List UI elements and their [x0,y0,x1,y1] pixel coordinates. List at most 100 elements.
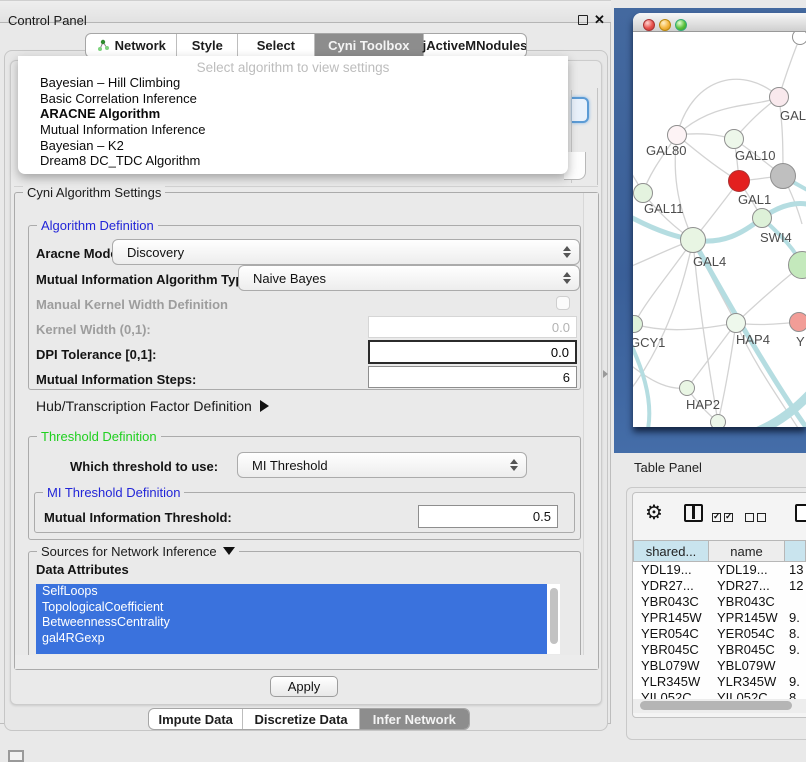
mi-algorithm-type-label: Mutual Information Algorithm Type: [36,272,255,287]
tab-jactivemnodules[interactable]: jActiveMNodules [424,34,526,57]
column-split-icon[interactable] [684,504,703,522]
data-attributes-list[interactable]: SelfLoops TopologicalCoefficient Between… [36,584,560,654]
aracne-mode-combo[interactable]: Discovery [112,239,580,265]
collapsed-panel-icon[interactable] [8,750,24,762]
network-node[interactable] [667,125,687,145]
deselect-all-checkboxes-icon[interactable] [745,509,769,527]
list-item[interactable]: SelfLoops [36,584,547,600]
list-item[interactable]: BetweennessCentrality [36,615,547,631]
node-table: shared... name YDL19...YDL19...13 YDR27.… [633,540,806,713]
table-body[interactable]: YDL19...YDL19...13 YDR27...YDR27...12 YB… [633,562,806,699]
function-builder-icon[interactable] [795,504,806,522]
menu-item-aracne[interactable]: ARACNE Algorithm [18,106,568,122]
mi-threshold-definition-title: MI Threshold Definition [43,485,184,500]
close-traffic-light-icon[interactable] [643,19,655,31]
network-node[interactable] [770,163,796,189]
list-scrollbar[interactable] [549,586,559,652]
table-row[interactable]: YPR145WYPR145W9. [633,610,806,626]
table-row[interactable]: YER054CYER054C8. [633,626,806,642]
tab-impute-data[interactable]: Impute Data [149,709,243,729]
list-item-partial[interactable] [36,647,547,654]
column-header-shared-name[interactable]: shared... [633,540,709,562]
tab-discretize-data[interactable]: Discretize Data [243,709,359,729]
table-row[interactable]: YBR045CYBR045C9. [633,642,806,658]
control-panel-titlebar[interactable]: Control Panel ✕ [0,0,611,23]
apply-button-label: Apply [288,679,321,694]
kernel-width-value: 0.0 [552,320,570,335]
settings-vertical-scrollbar[interactable] [583,193,598,655]
which-threshold-value: MI Threshold [238,458,508,473]
mi-threshold-field[interactable]: 0.5 [418,505,558,528]
tab-style[interactable]: Style [177,34,238,57]
minimize-traffic-light-icon[interactable] [659,19,671,31]
tab-impute-data-label: Impute Data [159,712,233,727]
network-node[interactable] [710,414,726,427]
list-item[interactable]: TopologicalCoefficient [36,600,547,616]
network-node[interactable] [769,87,789,107]
split-pane-handle-icon[interactable] [603,370,608,378]
tab-select-label: Select [257,38,295,53]
network-node[interactable] [726,313,746,333]
node-label: HAP4 [736,332,770,347]
hub-definition-toggle[interactable]: Hub/Transcription Factor Definition [36,398,269,414]
settings-horizontal-scrollbar[interactable] [15,655,598,669]
menu-item-bayesian-hill-climbing[interactable]: Bayesian – Hill Climbing [18,75,568,91]
manual-kernel-width-checkbox[interactable] [556,296,570,310]
column-header-name[interactable]: name [709,540,785,562]
list-item[interactable]: gal4RGexp [36,631,547,647]
screen: Control Panel ✕ Network Style Select Cyn… [0,0,806,762]
apply-button[interactable]: Apply [270,676,338,697]
menu-item-basic-correlation[interactable]: Basic Correlation Inference [18,91,568,107]
tab-infer-network[interactable]: Infer Network [360,709,469,729]
aracne-mode-value: Discovery [113,245,561,260]
chevron-right-icon [260,400,269,412]
mi-threshold-value: 0.5 [533,509,551,524]
dpi-tolerance-field[interactable]: 0.0 [368,340,577,364]
mi-steps-field[interactable]: 6 [368,366,577,388]
node-label: GAL1 [738,192,771,207]
network-node[interactable] [752,208,772,228]
network-node[interactable] [792,32,806,45]
network-window-titlebar[interactable] [633,13,806,32]
network-canvas[interactable]: GAL GAL80 GAL10 GAL1 GAL11 SWI4 GAL4 HAP… [633,32,806,427]
algorithm-placeholder: Select algorithm to view settings [18,56,568,75]
table-row[interactable]: YLR345WYLR345W9. [633,674,806,690]
network-node[interactable] [789,312,806,332]
node-label: GAL10 [735,148,775,163]
sources-title[interactable]: Sources for Network Inference [37,544,239,559]
tab-infer-network-label: Infer Network [373,712,456,727]
zoom-traffic-light-icon[interactable] [675,19,687,31]
table-horizontal-scrollbar[interactable] [633,699,806,713]
select-all-checkboxes-icon[interactable] [712,509,736,527]
control-panel-tabbar: Network Style Select Cyni Toolbox jActiv… [85,33,527,58]
network-node[interactable] [724,129,744,149]
tab-select[interactable]: Select [238,34,315,57]
table-row[interactable]: YIL052CYIL052C8. [633,690,806,699]
table-row[interactable]: YDL19...YDL19...13 [633,562,806,578]
network-node[interactable] [679,380,695,396]
table-row[interactable]: YBL079WYBL079W [633,658,806,674]
network-node[interactable] [680,227,706,253]
mi-algorithm-type-combo[interactable]: Naive Bayes [238,265,580,291]
table-row[interactable]: YBR043CYBR043C [633,594,806,610]
which-threshold-combo[interactable]: MI Threshold [237,452,527,478]
float-window-icon[interactable] [578,15,588,25]
table-row[interactable]: YDR27...YDR27...12 [633,578,806,594]
tab-network[interactable]: Network [86,34,177,57]
list-scrollbar-thumb[interactable] [550,588,558,644]
node-label: SWI4 [760,230,792,245]
table-horizontal-scrollbar-thumb[interactable] [640,701,792,710]
hub-definition-label: Hub/Transcription Factor Definition [36,398,252,414]
column-header-partial[interactable] [785,540,806,562]
algorithm-definition-title: Algorithm Definition [37,218,158,233]
threshold-definition-title: Threshold Definition [37,429,161,444]
tab-cyni-toolbox[interactable]: Cyni Toolbox [315,34,424,57]
gear-icon[interactable]: ⚙ [645,500,663,525]
menu-item-dream8[interactable]: Dream8 DC_TDC Algorithm [18,153,568,169]
menu-item-mutual-information[interactable]: Mutual Information Inference [18,122,568,138]
table-header-row: shared... name [633,540,806,562]
menu-item-bayesian-k2[interactable]: Bayesian – K2 [18,138,568,154]
network-node-selected[interactable] [728,170,750,192]
close-icon[interactable]: ✕ [594,12,605,28]
network-node[interactable] [633,183,653,203]
